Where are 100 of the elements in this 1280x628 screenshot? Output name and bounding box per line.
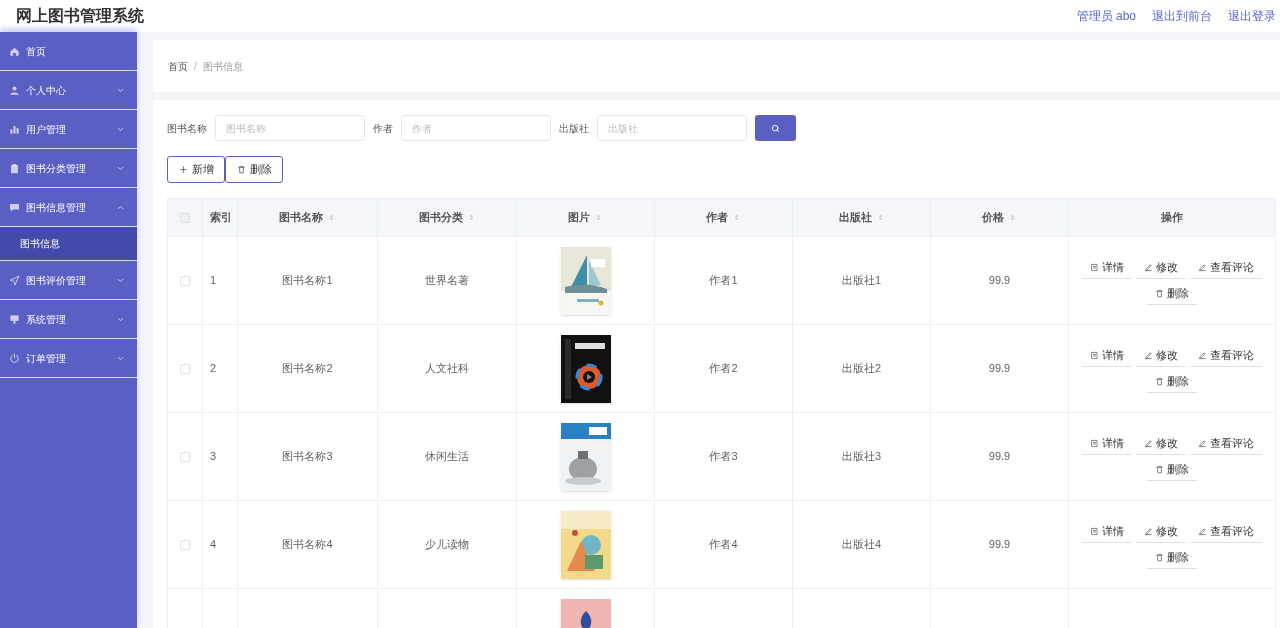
table-cell-text: 图书名称1: [282, 273, 333, 289]
table-cell-text: 休闲生活: [425, 449, 469, 465]
field-label: 图书名称: [167, 121, 207, 136]
edit-link[interactable]: 修改: [1136, 432, 1186, 455]
sort-icon: [327, 213, 336, 222]
pencil-icon: [1144, 526, 1153, 536]
table-cell-text: 2: [210, 361, 217, 377]
search-field[interactable]: 图书名称: [215, 115, 365, 141]
pencil-icon: [1198, 526, 1207, 536]
sidebar-item[interactable]: 图书分类管理: [0, 149, 137, 188]
delete-button[interactable]: 删除: [225, 156, 283, 183]
search-icon: [770, 122, 781, 134]
app-title: 网上图书管理系统: [16, 6, 144, 26]
table-cell-text: 作者3: [709, 449, 738, 465]
checkbox[interactable]: [180, 275, 190, 286]
table-cell-text: 图书名称3: [282, 449, 333, 465]
sort-icon: [594, 213, 603, 222]
search-button[interactable]: [755, 115, 796, 141]
column-header[interactable]: 价格: [982, 209, 1017, 226]
edit-link[interactable]: 查看评论: [1190, 432, 1262, 455]
sidebar-item[interactable]: 图书评价管理: [0, 261, 137, 300]
detail-link[interactable]: 详情: [1082, 256, 1132, 279]
checkbox[interactable]: [180, 451, 190, 462]
home-icon: [9, 45, 20, 57]
pencil-icon: [1144, 350, 1153, 360]
document-icon: [1090, 350, 1099, 360]
sidebar-item[interactable]: 订单管理: [0, 339, 137, 378]
column-header: 索引: [210, 210, 232, 226]
plus-icon: [178, 165, 188, 174]
column-header[interactable]: 图书名称: [279, 209, 336, 226]
breadcrumb-separator: /: [194, 59, 197, 74]
pencil-icon: [1144, 438, 1153, 448]
sidebar-subitem[interactable]: 图书信息: [0, 227, 137, 261]
sidebar-item[interactable]: 用户管理: [0, 110, 137, 149]
column-header[interactable]: 图片: [568, 209, 603, 226]
trash-icon: [1155, 464, 1164, 474]
trash-icon: [1155, 376, 1164, 386]
checkbox[interactable]: [180, 212, 190, 223]
header-link[interactable]: 退出登录: [1228, 7, 1276, 25]
edit-link[interactable]: 查看评论: [1190, 520, 1262, 543]
column-header[interactable]: 出版社: [838, 209, 885, 226]
trash-icon: [1155, 288, 1164, 298]
table-cell-text: 3: [210, 449, 217, 465]
delete-link[interactable]: 删除: [1147, 546, 1197, 569]
table-cell-text: 作者1: [709, 273, 738, 289]
table-cell-text: 出版社3: [841, 449, 882, 465]
breadcrumb-link[interactable]: 首页: [168, 58, 188, 74]
detail-link[interactable]: 详情: [1082, 344, 1132, 367]
document-icon: [1090, 262, 1099, 272]
column-header[interactable]: 作者: [706, 209, 741, 226]
table-cell-text: 出版社4: [841, 537, 882, 553]
document-icon: [1090, 438, 1099, 448]
table-cell-text: 99.9: [988, 537, 1011, 553]
document-icon: [1090, 526, 1099, 536]
pencil-icon: [1198, 438, 1207, 448]
table-cell-text: 图书名称2: [282, 361, 333, 377]
field-label: 作者: [373, 121, 393, 136]
table-cell-text: 出版社1: [841, 273, 882, 289]
edit-link[interactable]: 修改: [1136, 520, 1186, 543]
table-cell-text: 99.9: [988, 273, 1011, 289]
edit-link[interactable]: 修改: [1136, 256, 1186, 279]
column-header: 操作: [1161, 210, 1183, 226]
sidebar-item[interactable]: 系统管理: [0, 300, 137, 339]
sidebar-item[interactable]: 首页: [0, 32, 137, 71]
pencil-icon: [1198, 350, 1207, 360]
delete-link[interactable]: 删除: [1147, 370, 1197, 393]
delete-link[interactable]: 删除: [1147, 282, 1197, 305]
search-field[interactable]: 出版社: [597, 115, 747, 141]
table-cell-text: 作者2: [709, 361, 738, 377]
table-cell-text: 99.9: [988, 361, 1011, 377]
sort-icon: [1008, 213, 1017, 222]
search-field[interactable]: 作者: [401, 115, 551, 141]
header-link[interactable]: 管理员 abo: [1076, 7, 1136, 25]
edit-link[interactable]: 查看评论: [1190, 256, 1262, 279]
table-cell-text: 99.9: [988, 449, 1011, 465]
detail-link[interactable]: 详情: [1082, 520, 1132, 543]
edit-link[interactable]: 修改: [1136, 344, 1186, 367]
table-cell-text: 少儿读物: [425, 537, 469, 553]
chat-icon: [9, 201, 20, 213]
clipboard-icon: [9, 162, 20, 174]
send-icon: [9, 274, 20, 286]
monitor-icon: [9, 313, 20, 325]
user-icon: [9, 84, 20, 96]
table-cell-text: 1: [210, 273, 217, 289]
checkbox[interactable]: [180, 539, 190, 550]
bar-chart-icon: [9, 123, 20, 135]
sidebar-item[interactable]: 个人中心: [0, 71, 137, 110]
edit-link[interactable]: 查看评论: [1190, 344, 1262, 367]
table-cell-text: 作者4: [709, 537, 738, 553]
table-cell-text: 世界名著: [425, 273, 469, 289]
add-button[interactable]: 新增: [167, 156, 225, 183]
checkbox[interactable]: [180, 363, 190, 374]
header-link[interactable]: 退出到前台: [1152, 7, 1212, 25]
trash-icon: [236, 165, 246, 174]
column-header[interactable]: 图书分类: [418, 209, 476, 226]
field-label: 出版社: [559, 121, 589, 136]
detail-link[interactable]: 详情: [1082, 432, 1132, 455]
table-cell-text: 4: [210, 537, 217, 553]
delete-link[interactable]: 删除: [1147, 458, 1197, 481]
trash-icon: [1155, 552, 1164, 562]
